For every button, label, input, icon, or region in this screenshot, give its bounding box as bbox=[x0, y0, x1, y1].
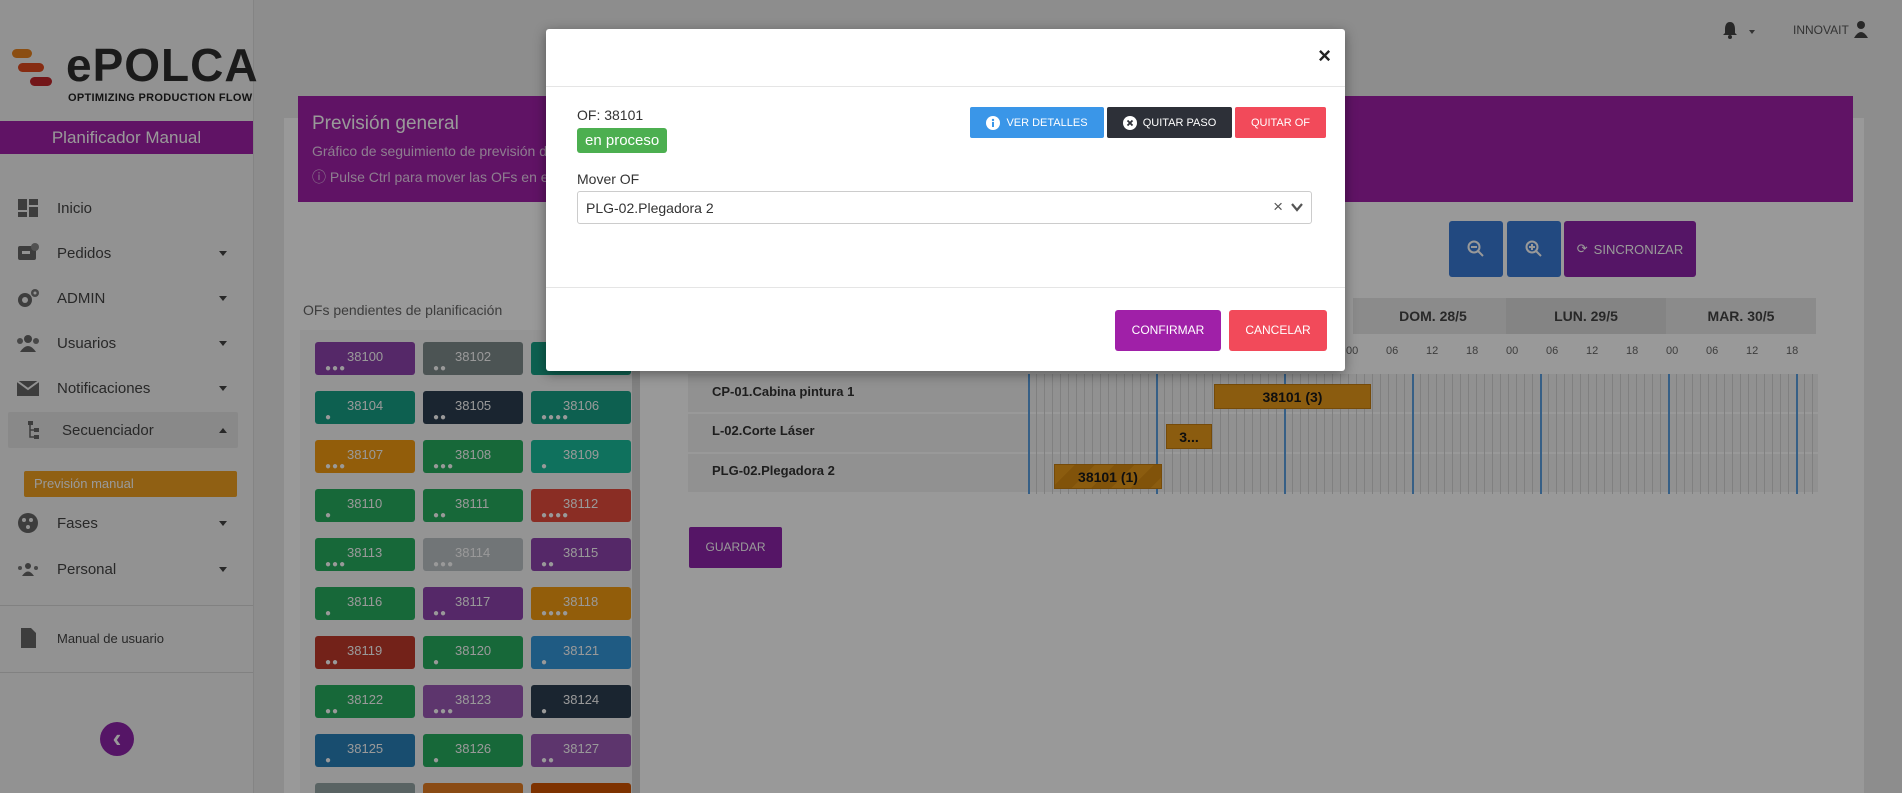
confirm-button[interactable]: CONFIRMAR bbox=[1115, 310, 1221, 351]
chevron-down-icon[interactable] bbox=[1290, 200, 1304, 214]
details-button-label: VER DETALLES bbox=[1006, 116, 1088, 129]
move-of-label: Mover OF bbox=[577, 171, 640, 187]
cancel-button[interactable]: CANCELAR bbox=[1229, 310, 1327, 351]
clear-icon[interactable]: × bbox=[1273, 197, 1283, 217]
move-of-select[interactable]: PLG-02.Plegadora 2 × bbox=[577, 191, 1312, 224]
move-of-value: PLG-02.Plegadora 2 bbox=[586, 200, 714, 216]
close-icon[interactable]: × bbox=[1318, 45, 1331, 67]
remove-step-label: QUITAR PASO bbox=[1142, 116, 1217, 129]
details-button[interactable]: VER DETALLES bbox=[970, 107, 1104, 138]
times-circle-icon bbox=[1122, 115, 1137, 130]
modal-footer-divider bbox=[546, 287, 1345, 288]
remove-of-label: QUITAR OF bbox=[1250, 116, 1311, 129]
modal-header-divider bbox=[546, 86, 1345, 87]
remove-step-button[interactable]: QUITAR PASO bbox=[1107, 107, 1232, 138]
status-badge: en proceso bbox=[577, 128, 668, 153]
info-circle-icon bbox=[986, 115, 1001, 130]
of-modal: × OF: 38101 en proceso VER DETALLES QUIT… bbox=[546, 29, 1345, 371]
remove-of-button[interactable]: QUITAR OF bbox=[1235, 107, 1326, 138]
of-label: OF: 38101 bbox=[577, 107, 644, 123]
